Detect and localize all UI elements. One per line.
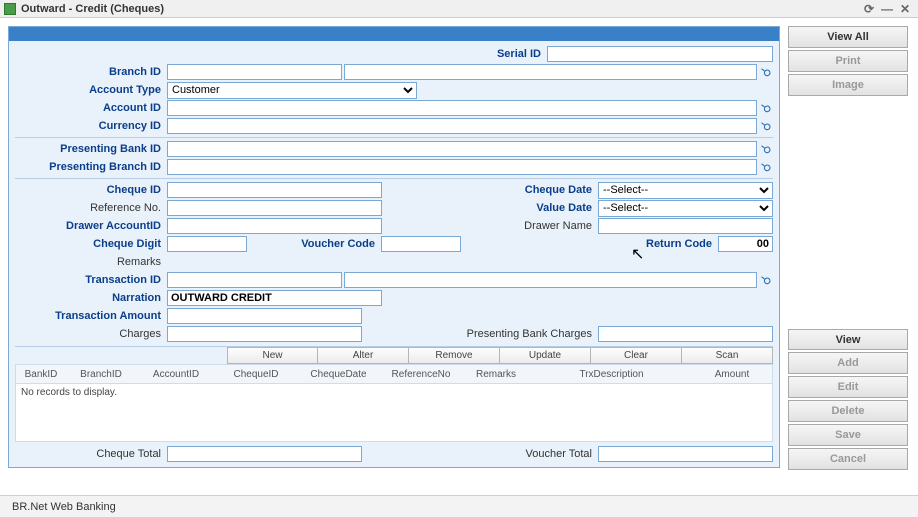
cheque-digit-input[interactable] [167, 236, 247, 252]
cheque-total-label: Cheque Total [15, 448, 165, 460]
serial-id-input[interactable] [547, 46, 773, 62]
presenting-bank-id-label: Presenting Bank ID [15, 143, 165, 155]
account-type-label: Account Type [15, 84, 165, 96]
cheque-id-input[interactable] [167, 182, 382, 198]
status-text: BR.Net Web Banking [12, 501, 116, 513]
col-bankid: BankID [16, 369, 66, 380]
panel-header [9, 27, 779, 41]
transaction-amount-label: Transaction Amount [15, 310, 165, 322]
drawer-name-label: Drawer Name [384, 220, 596, 232]
col-amount: Amount [692, 369, 772, 380]
statusbar: BR.Net Web Banking [0, 495, 918, 517]
remove-button[interactable]: Remove [409, 347, 500, 364]
account-id-label: Account ID [15, 102, 165, 114]
new-button[interactable]: New [227, 347, 318, 364]
search-icon[interactable]: ⚲ [756, 270, 775, 289]
clear-button[interactable]: Clear [591, 347, 682, 364]
grid-empty-text: No records to display. [21, 387, 117, 398]
form-panel: Serial ID Branch ID ⚲ Account Type Custo… [8, 26, 780, 468]
narration-input[interactable] [167, 290, 382, 306]
divider [15, 137, 773, 138]
window-icon [4, 3, 16, 15]
search-icon[interactable]: ⚲ [756, 98, 775, 117]
drawer-accountid-input[interactable] [167, 218, 382, 234]
transaction-id-input[interactable] [167, 272, 342, 288]
voucher-total-label: Voucher Total [364, 448, 596, 460]
col-remarks: Remarks [461, 369, 531, 380]
edit-button[interactable]: Edit [788, 376, 908, 398]
titlebar: Outward - Credit (Cheques) ⟳ — ✕ [0, 0, 918, 18]
currency-id-input[interactable] [167, 118, 757, 134]
branch-id-label: Branch ID [15, 66, 165, 78]
cancel-button[interactable]: Cancel [788, 448, 908, 470]
cheque-digit-label: Cheque Digit [15, 238, 165, 250]
window-title: Outward - Credit (Cheques) [21, 3, 164, 15]
col-chequedate: ChequeDate [296, 369, 381, 380]
search-icon[interactable]: ⚲ [756, 157, 775, 176]
delete-button[interactable]: Delete [788, 400, 908, 422]
presenting-branch-id-label: Presenting Branch ID [15, 161, 165, 173]
return-code-input[interactable] [718, 236, 773, 252]
scan-button[interactable]: Scan [682, 347, 773, 364]
search-icon[interactable]: ⚲ [756, 116, 775, 135]
minimize-icon[interactable]: — [878, 2, 896, 16]
save-button[interactable]: Save [788, 424, 908, 446]
add-button[interactable]: Add [788, 352, 908, 374]
search-icon[interactable]: ⚲ [756, 62, 775, 81]
presenting-bank-id-input[interactable] [167, 141, 757, 157]
cheque-id-label: Cheque ID [15, 184, 165, 196]
narration-label: Narration [15, 292, 165, 304]
col-accountid: AccountID [136, 369, 216, 380]
presenting-branch-id-input[interactable] [167, 159, 757, 175]
col-chequeid: ChequeID [216, 369, 296, 380]
view-all-button[interactable]: View All [788, 26, 908, 48]
voucher-code-input[interactable] [381, 236, 461, 252]
grid-body: No records to display. [15, 384, 773, 442]
cheque-date-label: Cheque Date [384, 184, 596, 196]
print-button[interactable]: Print [788, 50, 908, 72]
charges-input[interactable] [167, 326, 362, 342]
transaction-id-label: Transaction ID [15, 274, 165, 286]
return-code-label: Return Code [463, 238, 716, 250]
value-date-select[interactable]: --Select-- [598, 200, 773, 217]
col-referenceno: ReferenceNo [381, 369, 461, 380]
transaction-amount-input[interactable] [167, 308, 362, 324]
transaction-id-desc-input[interactable] [344, 272, 757, 288]
charges-label: Charges [15, 328, 165, 340]
restore-icon[interactable]: ⟳ [860, 2, 878, 16]
view-button[interactable]: View [788, 329, 908, 351]
update-button[interactable]: Update [500, 347, 591, 364]
currency-id-label: Currency ID [15, 120, 165, 132]
branch-id-input[interactable] [167, 64, 342, 80]
divider [15, 178, 773, 179]
col-branchid: BranchID [66, 369, 136, 380]
side-panel: View All Print Image View Add Edit Delet… [788, 18, 918, 478]
account-id-input[interactable] [167, 100, 757, 116]
remarks-label: Remarks [15, 256, 165, 268]
col-trxdescription: TrxDescription [531, 369, 692, 380]
cheque-total-input[interactable] [167, 446, 362, 462]
drawer-name-input[interactable] [598, 218, 773, 234]
drawer-accountid-label: Drawer AccountID [15, 220, 165, 232]
grid-toolbar: New Alter Remove Update Clear Scan [15, 346, 773, 364]
image-button[interactable]: Image [788, 74, 908, 96]
grid-header: BankID BranchID AccountID ChequeID Chequ… [15, 364, 773, 384]
voucher-code-label: Voucher Code [249, 238, 379, 250]
account-type-select[interactable]: Customer [167, 82, 417, 99]
value-date-label: Value Date [384, 202, 596, 214]
reference-no-input[interactable] [167, 200, 382, 216]
alter-button[interactable]: Alter [318, 347, 409, 364]
presenting-bank-charges-label: Presenting Bank Charges [364, 328, 596, 340]
reference-no-label: Reference No. [15, 202, 165, 214]
close-icon[interactable]: ✕ [896, 2, 914, 16]
voucher-total-input[interactable] [598, 446, 773, 462]
cheque-date-select[interactable]: --Select-- [598, 182, 773, 199]
branch-id-desc-input[interactable] [344, 64, 757, 80]
search-icon[interactable]: ⚲ [756, 139, 775, 158]
serial-id-label: Serial ID [15, 48, 545, 60]
presenting-bank-charges-input[interactable] [598, 326, 773, 342]
